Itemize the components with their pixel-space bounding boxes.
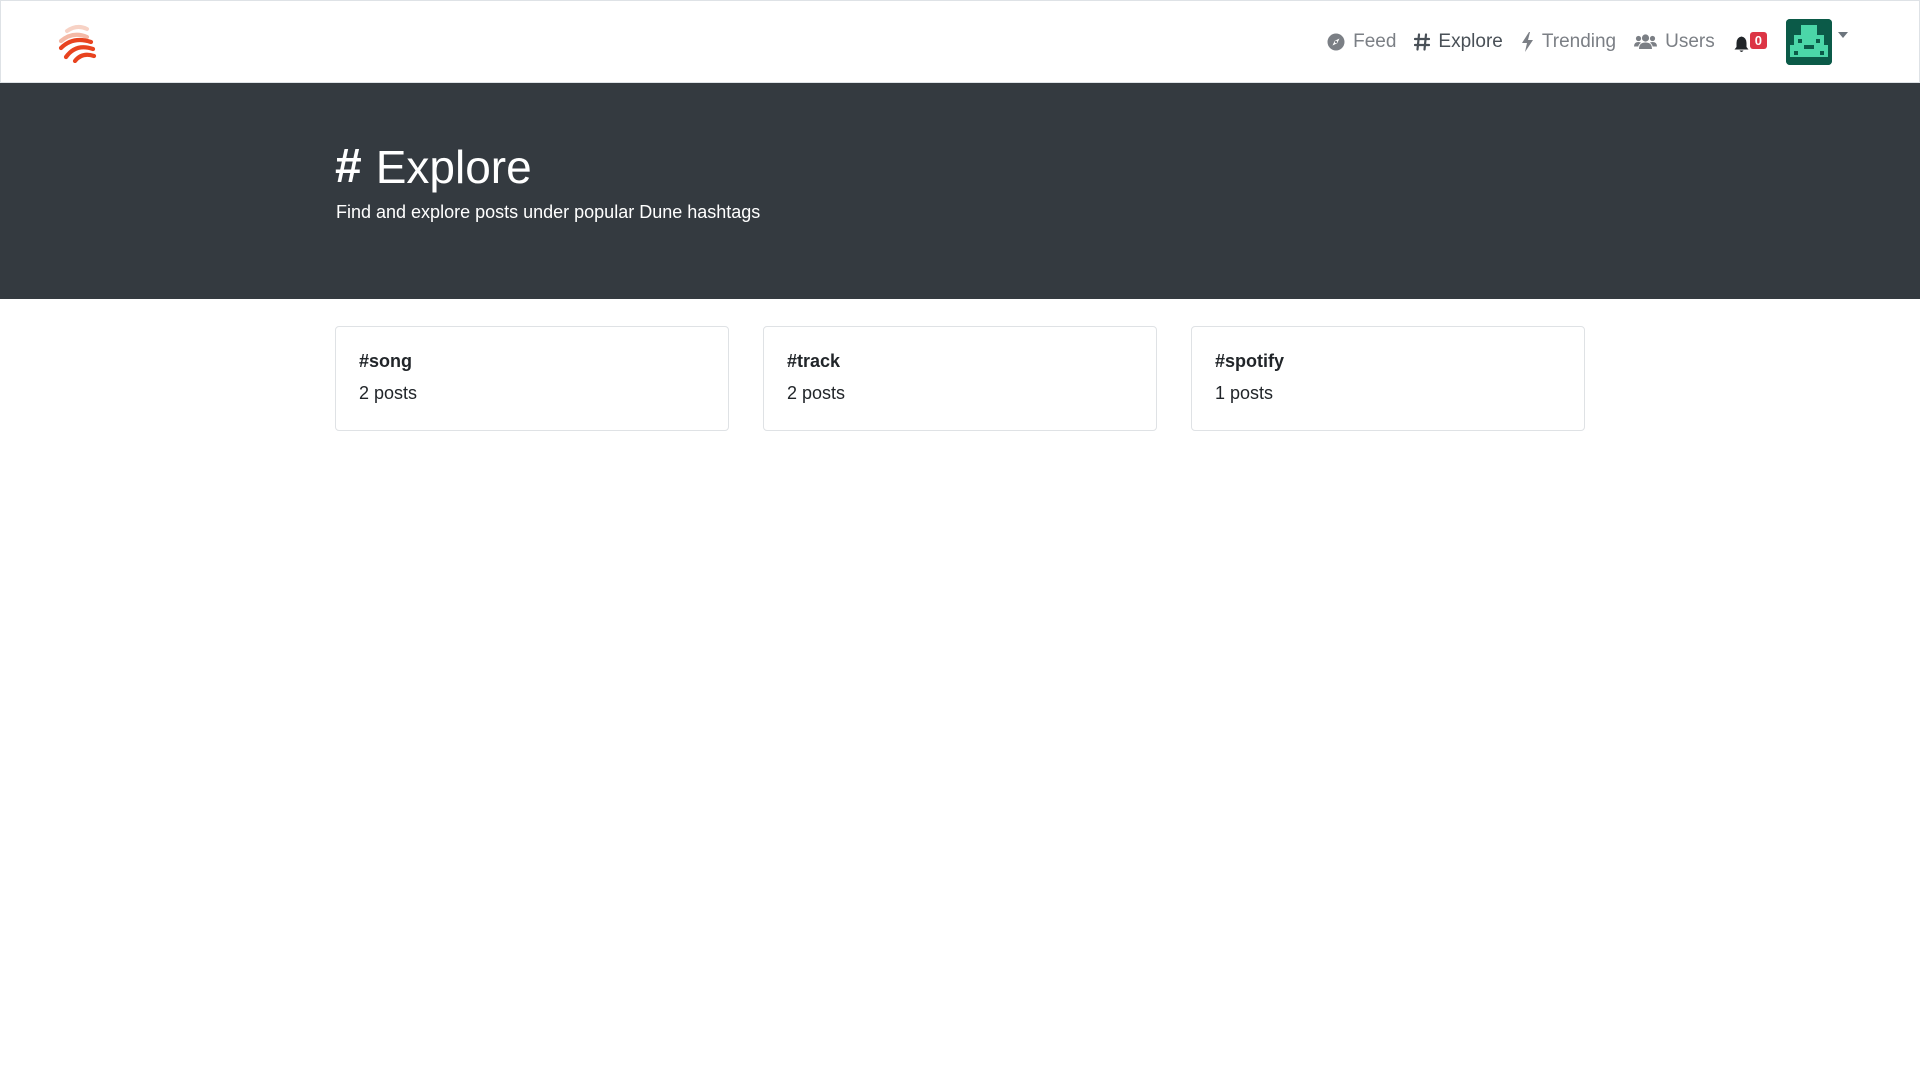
nav-trending-label: Trending xyxy=(1541,31,1617,52)
notifications-badge: 0 xyxy=(1749,31,1767,49)
hashtag-name: #track xyxy=(787,351,841,371)
hash-icon: # xyxy=(335,140,362,193)
hashtag-card[interactable]: #song 2 posts xyxy=(335,326,729,431)
user-menu-toggle[interactable] xyxy=(1786,19,1848,65)
bell-icon xyxy=(1734,36,1749,58)
compass-icon xyxy=(1327,33,1345,51)
users-icon xyxy=(1634,33,1658,51)
nav-users[interactable]: Users xyxy=(1634,31,1715,53)
hashtag-card[interactable]: #track 2 posts xyxy=(763,326,1157,431)
bolt-icon xyxy=(1521,32,1534,52)
logo-icon xyxy=(58,24,97,64)
hashtag-card[interactable]: #spotify 1 posts xyxy=(1191,326,1585,431)
page-title: # Explore xyxy=(335,139,532,194)
nav-explore[interactable]: Explore xyxy=(1414,31,1503,53)
hash-icon xyxy=(1414,33,1431,51)
nav-feed-label: Feed xyxy=(1353,31,1397,52)
hashtag-name: #spotify xyxy=(1215,351,1285,371)
notifications-button[interactable]: 0 xyxy=(1734,27,1767,58)
chevron-down-icon xyxy=(1838,32,1848,38)
brand-logo[interactable] xyxy=(57,21,99,64)
nav-feed[interactable]: Feed xyxy=(1327,31,1396,53)
identicon-icon xyxy=(1786,19,1832,65)
navbar: Feed Explore Trending Users 0 xyxy=(0,0,1920,83)
nav-explore-label: Explore xyxy=(1438,31,1503,52)
nav-users-label: Users xyxy=(1665,31,1715,52)
hashtag-post-count: 1 posts xyxy=(1215,383,1274,403)
hashtag-list: #song 2 posts #track 2 posts #spotify 1 … xyxy=(335,326,1585,431)
page-title-text: Explore xyxy=(375,140,532,193)
avatar xyxy=(1786,19,1832,65)
hashtag-name: #song xyxy=(359,351,413,371)
hashtag-post-count: 2 posts xyxy=(359,383,418,403)
nav-trending[interactable]: Trending xyxy=(1521,31,1616,53)
main-nav: Feed Explore Trending Users 0 xyxy=(1309,19,1848,65)
hashtag-post-count: 2 posts xyxy=(787,383,846,403)
page-header: # Explore Find and explore posts under p… xyxy=(0,83,1920,299)
page-subtitle: Find and explore posts under popular Dun… xyxy=(336,202,761,222)
